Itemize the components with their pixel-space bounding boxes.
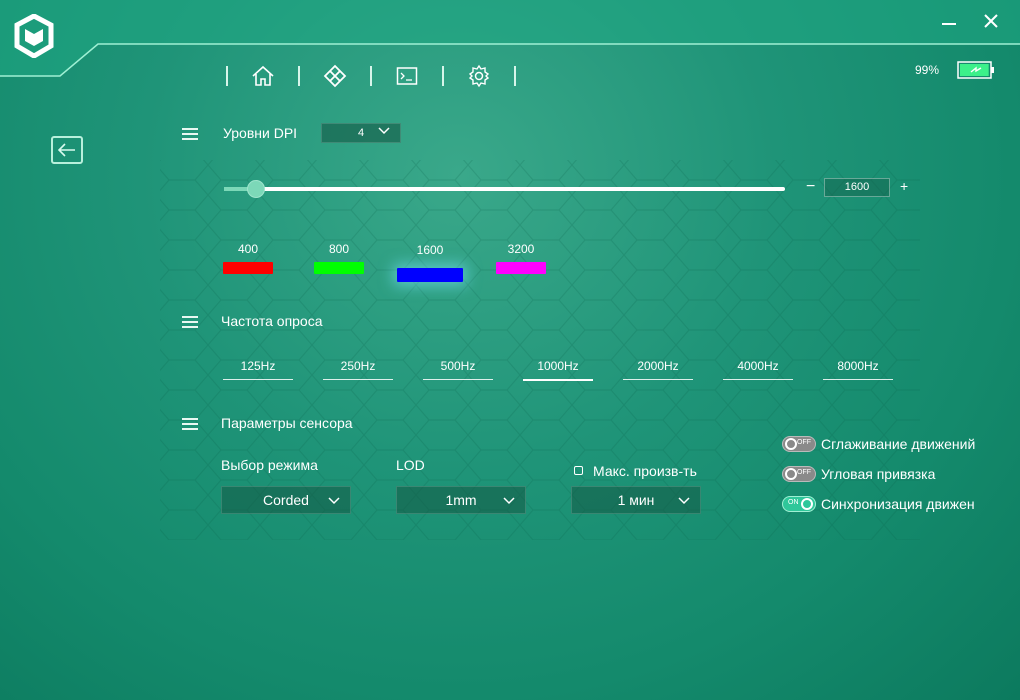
max-perf-value: 1 мин xyxy=(617,492,655,508)
polling-rate-250[interactable]: 250Hz xyxy=(323,359,393,380)
polling-rate-125[interactable]: 125Hz xyxy=(223,359,293,380)
home-icon xyxy=(252,65,274,86)
sensor-section-title: Параметры сенсора xyxy=(221,415,353,431)
dpi-levels-value: 4 xyxy=(357,127,365,139)
back-button[interactable] xyxy=(51,136,83,164)
menu-icon xyxy=(182,316,198,328)
gear-icon xyxy=(468,64,490,88)
nav-divider xyxy=(514,66,516,86)
dpi-level-label: 3200 xyxy=(507,242,535,256)
dpi-decrease-button[interactable]: − xyxy=(806,178,815,196)
motion-sync-label: Синхронизация движен xyxy=(821,496,975,512)
toggle-state: OFF xyxy=(797,439,811,446)
dpi-level-label: 400 xyxy=(237,242,259,256)
motion-smoothing-label: Сглаживание движений xyxy=(821,436,976,452)
nav-home[interactable] xyxy=(228,65,298,87)
lod-label: LOD xyxy=(396,457,425,473)
polling-rate-8000[interactable]: 8000Hz xyxy=(823,359,893,380)
motion-sync-toggle[interactable]: ON xyxy=(782,496,816,512)
motion-smoothing-toggle[interactable]: OFF xyxy=(782,436,816,452)
nav-buttons[interactable] xyxy=(300,64,370,88)
menu-icon xyxy=(182,128,198,140)
lod-dropdown[interactable]: 1mm xyxy=(396,486,526,514)
grid-icon xyxy=(323,64,347,88)
dpi-level-2[interactable]: 800 xyxy=(314,242,364,277)
chevron-down-icon xyxy=(378,127,390,135)
toggle-state: ON xyxy=(788,499,799,506)
max-perf-label: Макс. произв-ть xyxy=(593,463,697,479)
lod-value: 1mm xyxy=(445,492,477,508)
angle-snapping-toggle[interactable]: OFF xyxy=(782,466,816,482)
brand-logo xyxy=(14,14,54,58)
polling-rate-4000[interactable]: 4000Hz xyxy=(723,359,793,380)
dpi-levels-dropdown[interactable]: 4 xyxy=(321,123,401,143)
mode-dropdown[interactable]: Corded xyxy=(221,486,351,514)
dpi-value-input[interactable]: 1600 xyxy=(824,178,890,197)
dpi-slider-track[interactable] xyxy=(224,187,785,191)
chevron-down-icon xyxy=(503,497,515,505)
terminal-icon xyxy=(396,67,418,85)
dpi-slider-thumb[interactable] xyxy=(247,180,266,198)
chevron-down-icon xyxy=(678,497,690,505)
dpi-section-title: Уровни DPI xyxy=(223,125,298,141)
dpi-level-color xyxy=(314,262,364,274)
dpi-increase-button[interactable]: + xyxy=(900,178,908,194)
max-perf-dropdown[interactable]: 1 мин xyxy=(571,486,701,514)
mode-label: Выбор режима xyxy=(221,457,318,473)
dpi-level-1[interactable]: 400 xyxy=(223,242,273,277)
dpi-level-color xyxy=(223,262,273,274)
close-icon[interactable] xyxy=(980,10,1002,32)
dpi-level-label: 800 xyxy=(328,242,350,256)
chevron-down-icon xyxy=(328,497,340,505)
hex-pattern-background xyxy=(160,160,920,540)
polling-rate-1000[interactable]: 1000Hz xyxy=(523,359,593,381)
toggle-state: OFF xyxy=(797,469,811,476)
dpi-level-label: 1600 xyxy=(416,243,444,257)
battery-icon xyxy=(957,61,994,79)
minimize-icon[interactable] xyxy=(938,10,960,32)
battery-percent: 99% xyxy=(915,63,940,77)
dpi-level-3[interactable]: 1600 xyxy=(397,243,463,283)
dpi-level-color xyxy=(496,262,546,274)
polling-rate-2000[interactable]: 2000Hz xyxy=(623,359,693,380)
dpi-level-color xyxy=(397,268,463,282)
arrow-left-icon xyxy=(58,143,75,157)
toggle-knob xyxy=(785,438,797,450)
polling-section-title: Частота опроса xyxy=(221,313,323,329)
mode-value: Corded xyxy=(263,492,309,508)
max-perf-checkbox[interactable] xyxy=(574,466,583,475)
angle-snapping-label: Угловая привязка xyxy=(821,466,936,482)
main-nav xyxy=(226,62,516,90)
nav-macro[interactable] xyxy=(372,66,442,86)
nav-settings[interactable] xyxy=(444,64,514,88)
menu-icon xyxy=(182,418,198,430)
polling-rate-500[interactable]: 500Hz xyxy=(423,359,493,380)
toggle-knob xyxy=(801,498,813,510)
toggle-knob xyxy=(785,468,797,480)
dpi-level-4[interactable]: 3200 xyxy=(496,242,546,277)
